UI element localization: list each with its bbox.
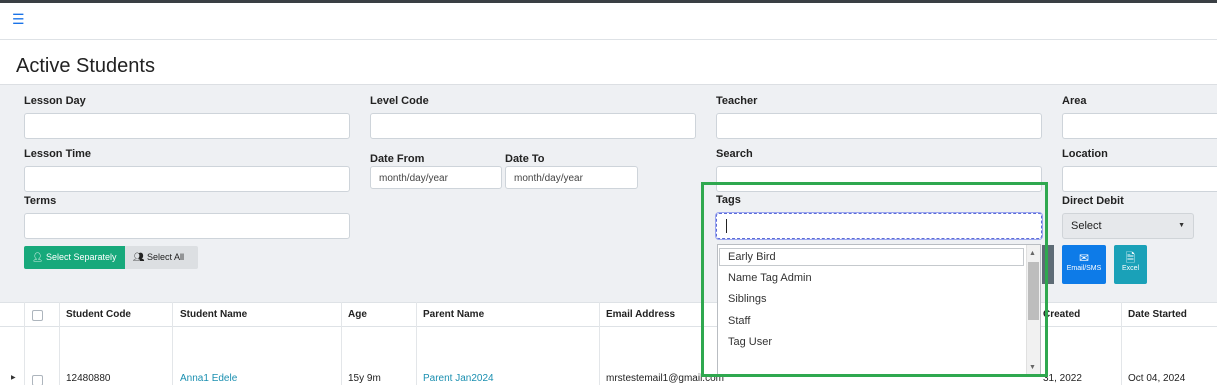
select-all-button[interactable]: 👥︎ Select All xyxy=(125,246,198,269)
row-checkbox[interactable] xyxy=(32,375,43,385)
cell-created: 31, 2022 xyxy=(1043,373,1082,384)
users-icon: 👥︎ xyxy=(133,252,145,262)
lesson-day-label: Lesson Day xyxy=(24,95,86,107)
date-to-input[interactable]: month/day/year xyxy=(505,166,638,189)
select-all-checkbox[interactable] xyxy=(32,310,43,321)
excel-label: Excel xyxy=(1121,265,1140,272)
direct-debit-value: Select xyxy=(1071,220,1102,232)
lesson-day-input[interactable] xyxy=(24,113,350,139)
tags-label: Tags xyxy=(716,194,741,206)
scroll-up-icon[interactable]: ▲ xyxy=(1029,250,1036,257)
menu-icon[interactable]: ☰ xyxy=(12,12,25,26)
column-divider xyxy=(599,302,600,385)
email-sms-button[interactable]: ✉︎ Email/SMS xyxy=(1062,245,1106,284)
date-to-label: Date To xyxy=(505,153,545,165)
teacher-label: Teacher xyxy=(716,95,758,107)
column-divider xyxy=(172,302,173,385)
page-title: Active Students xyxy=(16,55,155,77)
column-divider xyxy=(24,302,25,385)
email-sms-label: Email/SMS xyxy=(1066,265,1102,272)
column-header-age[interactable]: Age xyxy=(348,309,367,320)
text-cursor xyxy=(726,219,727,233)
excel-button[interactable]: 🗎︎ Excel xyxy=(1114,245,1147,284)
direct-debit-label: Direct Debit xyxy=(1062,195,1124,207)
lesson-time-label: Lesson Time xyxy=(24,148,92,160)
cell-student-code: 12480880 xyxy=(66,373,111,384)
cell-email: mrstestemail1@gmail.com xyxy=(606,373,724,384)
location-input[interactable] xyxy=(1062,166,1217,192)
column-header-email[interactable]: Email Address xyxy=(606,309,675,320)
select-all-label: Select All xyxy=(146,252,184,262)
tags-dropdown-list: Early Bird Name Tag Admin Siblings Staff… xyxy=(717,244,1041,375)
tag-option-siblings[interactable]: Siblings xyxy=(728,293,767,305)
cell-date-started: Oct 04, 2024 xyxy=(1128,373,1186,384)
column-header-parent-name[interactable]: Parent Name xyxy=(423,309,484,320)
tags-input[interactable] xyxy=(716,213,1042,239)
level-code-label: Level Code xyxy=(370,95,429,107)
search-label: Search xyxy=(716,148,753,160)
partially-hidden-button[interactable] xyxy=(1042,245,1054,284)
location-label: Location xyxy=(1062,148,1108,160)
top-bar: ☰ xyxy=(0,0,1217,40)
terms-label: Terms xyxy=(24,195,57,207)
cell-student-name[interactable]: Anna1 Edele xyxy=(180,373,237,384)
column-divider xyxy=(416,302,417,385)
expand-row-icon[interactable]: ▶ xyxy=(11,374,16,381)
chevron-down-icon: ▼ xyxy=(1178,222,1185,229)
area-label: Area xyxy=(1062,95,1087,107)
select-separately-label: Select Separately xyxy=(45,252,117,262)
column-header-student-name[interactable]: Student Name xyxy=(180,309,247,320)
tag-option-tag-user[interactable]: Tag User xyxy=(728,336,772,348)
cell-age: 15y 9m xyxy=(348,373,381,384)
level-code-input[interactable] xyxy=(370,113,696,139)
tag-option-staff[interactable]: Staff xyxy=(728,315,750,327)
scrollbar-thumb[interactable] xyxy=(1028,262,1039,320)
user-icon: 👤︎ xyxy=(32,252,44,262)
select-separately-button[interactable]: 👤︎ Select Separately xyxy=(24,246,125,269)
column-divider xyxy=(59,302,60,385)
column-header-date-started[interactable]: Date Started xyxy=(1128,309,1187,320)
terms-input[interactable] xyxy=(24,213,350,239)
send-icon: ✉︎ xyxy=(1078,251,1090,265)
lesson-time-input[interactable] xyxy=(24,166,350,192)
teacher-input[interactable] xyxy=(716,113,1042,139)
search-input[interactable] xyxy=(716,166,1042,192)
area-input[interactable] xyxy=(1062,113,1217,139)
tag-option-name-tag-admin[interactable]: Name Tag Admin xyxy=(728,272,812,284)
date-from-input[interactable]: month/day/year xyxy=(370,166,502,189)
scroll-down-icon[interactable]: ▼ xyxy=(1029,364,1036,371)
column-header-created[interactable]: Created xyxy=(1043,309,1080,320)
excel-file-icon: 🗎︎ xyxy=(1125,251,1136,265)
column-header-student-code[interactable]: Student Code xyxy=(66,309,131,320)
date-from-label: Date From xyxy=(370,153,425,165)
direct-debit-select[interactable]: Select ▼ xyxy=(1062,213,1194,239)
cell-parent-name[interactable]: Parent Jan2024 xyxy=(423,373,494,384)
column-divider xyxy=(341,302,342,385)
tag-option-early-bird[interactable]: Early Bird xyxy=(728,251,776,263)
column-divider xyxy=(1121,302,1122,385)
